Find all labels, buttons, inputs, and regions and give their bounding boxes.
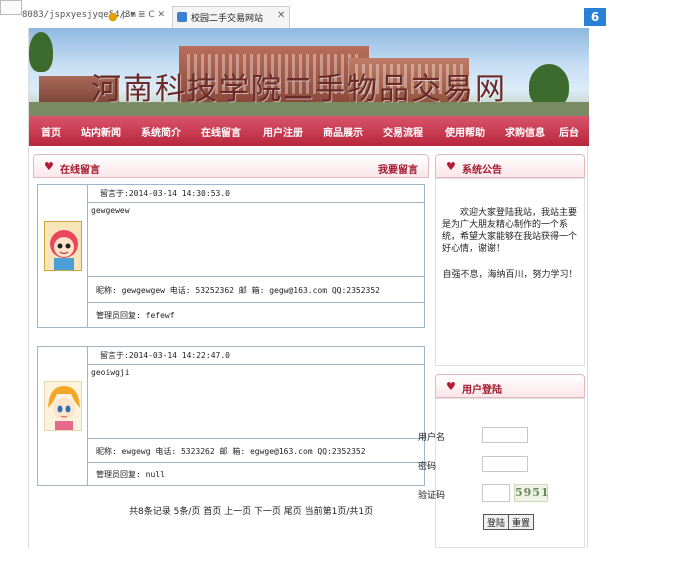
banner-tree	[29, 32, 53, 72]
nav-products[interactable]: 商品展示	[323, 124, 363, 139]
message-avatar-cell	[38, 185, 88, 327]
guestbook-header: ♥ 在线留言 我要留言	[33, 154, 429, 178]
main-nav: 首页 站内新闻 系统简介 在线留言 用户注册 商品展示 交易流程 使用帮助 求购…	[29, 116, 589, 146]
login-button[interactable]: 登陆	[483, 514, 510, 530]
password-label: 密码	[418, 462, 437, 472]
message-content: gewgewew	[88, 203, 424, 277]
browser-chrome: 8083/jspxyesjyqe54/3m ● ρ ▾ ≣ C ✕ 校园二手交易…	[0, 0, 692, 28]
message-time: 留言于:2014-03-14 14:30:53.0	[88, 185, 424, 203]
message-reply: 管理员回复: fefewf	[96, 311, 175, 320]
guestbook-title: 在线留言	[60, 165, 100, 176]
heart-icon: ♥	[446, 380, 456, 393]
address-bar-icons[interactable]: ρ ▾ ≣ C ✕	[122, 10, 165, 20]
avatar	[44, 221, 82, 271]
nav-wanted[interactable]: 求购信息	[505, 124, 545, 139]
message-card: 留言于:2014-03-14 14:22:47.0 geoiwgji 昵称: e…	[37, 346, 425, 486]
browser-corner-button[interactable]: 6	[584, 8, 606, 26]
heart-icon: ♥	[44, 160, 54, 173]
captcha-label: 验证码	[418, 491, 446, 501]
banner-title: 河南科技学院二手物品交易网	[91, 72, 507, 107]
heart-icon: ♥	[446, 160, 456, 173]
message-content: geoiwgji	[88, 365, 424, 439]
tab-title: 校园二手交易网站	[191, 14, 264, 24]
login-header: ♥ 用户登陆	[435, 374, 585, 398]
message-avatar-cell	[38, 347, 88, 485]
nav-help[interactable]: 使用帮助	[445, 124, 485, 139]
address-bar-text[interactable]: 8083/jspxyesjyqe54/3m	[22, 10, 136, 20]
nav-guestbook[interactable]: 在线留言	[201, 124, 241, 139]
username-input[interactable]	[482, 427, 528, 443]
message-card: 留言于:2014-03-14 14:30:53.0 gewgewew 昵称: g…	[37, 184, 425, 328]
window-corner	[0, 0, 22, 15]
notice-header: ♥ 系统公告	[435, 154, 585, 178]
nav-process[interactable]: 交易流程	[383, 124, 423, 139]
password-input[interactable]	[482, 456, 528, 472]
message-reply: 管理员回复: null	[96, 470, 165, 479]
message-info: 昵称: gewgewgew 电话: 53252362 邮 箱: gegw@163…	[88, 277, 424, 303]
avatar	[44, 381, 82, 431]
warning-icon: ●	[108, 10, 118, 23]
post-message-link[interactable]: 我要留言	[378, 161, 418, 176]
captcha-input[interactable]	[482, 484, 510, 502]
tab-close-icon[interactable]: ✕	[277, 10, 285, 21]
message-time: 留言于:2014-03-14 14:22:47.0	[88, 347, 424, 365]
pagination[interactable]: 共8条记录 5条/页 首页 上一页 下一页 尾页 当前第1页/共1页	[129, 504, 373, 517]
nav-register[interactable]: 用户注册	[263, 124, 303, 139]
notice-title: 系统公告	[462, 165, 502, 176]
message-info: 昵称: ewgewg 电话: 5323262 邮 箱: egwge@163.co…	[88, 439, 424, 463]
nav-home[interactable]: 首页	[41, 124, 61, 139]
page-favicon-icon	[177, 12, 187, 22]
site-banner: 河南科技学院二手物品交易网	[29, 28, 589, 116]
nav-news[interactable]: 站内新闻	[81, 124, 121, 139]
nav-intro[interactable]: 系统简介	[141, 124, 181, 139]
captcha-image: 5951	[514, 484, 549, 502]
notice-panel: 欢迎大家登陆我站，我站主要是为广大朋友精心制作的一个系统，希望大家能够在我站获得…	[435, 178, 585, 366]
login-title: 用户登陆	[462, 385, 502, 396]
username-label: 用户名	[418, 433, 446, 443]
notice-motto: 自强不息，海纳百川，努力学习！	[442, 270, 578, 280]
nav-admin[interactable]: 后台	[559, 124, 579, 139]
browser-tab[interactable]: 校园二手交易网站 ✕	[172, 6, 290, 28]
reset-button[interactable]: 重置	[508, 514, 535, 530]
notice-text: 欢迎大家登陆我站，我站主要是为广大朋友精心制作的一个系统，希望大家能够在我站获得…	[442, 208, 578, 254]
